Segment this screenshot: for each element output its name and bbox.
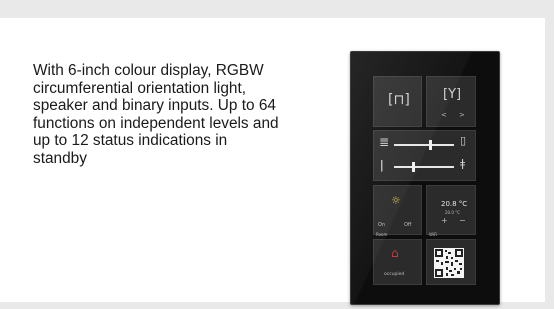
temperature-plus[interactable]: + (441, 216, 448, 225)
slider-tile[interactable]: ≣ ▯ ǀ ǂ (373, 130, 476, 181)
nav-left-icon[interactable]: < (441, 111, 447, 119)
product-card: With 6-inch colour display, RGBW circumf… (0, 18, 545, 305)
status-title: Room (376, 232, 388, 237)
product-description: With 6-inch colour display, RGBW circumf… (33, 62, 279, 167)
shutter-icon: ≣ (379, 135, 390, 149)
dimmer-low-icon: ǀ (380, 158, 384, 172)
temperature-tile[interactable]: 20.8 °C 20.0 °C + − (426, 185, 476, 235)
qr-code-pattern (434, 248, 464, 278)
dimmer-high-icon: ǂ (460, 157, 466, 170)
qr-code (434, 248, 464, 278)
window-icon: ▯ (460, 134, 467, 147)
nav-right-icon[interactable]: > (459, 111, 465, 119)
sun-icon: ☼ (391, 194, 401, 207)
blind-tile[interactable]: [Y] < > (426, 76, 476, 127)
shutter-slider-knob[interactable] (429, 140, 432, 150)
dimmer-slider-track[interactable] (394, 166, 454, 168)
temperature-minus[interactable]: − (459, 216, 466, 225)
shutter-slider-track[interactable] (394, 144, 454, 146)
light-off-label[interactable]: Off (404, 222, 411, 228)
light-on-label[interactable]: On (378, 222, 385, 228)
house-icon: ⌂ (391, 246, 399, 260)
dimmer-slider-knob[interactable] (412, 162, 415, 172)
status-tile[interactable]: Room ⌂ occupied (373, 232, 422, 285)
qr-title: WiFi (429, 232, 438, 237)
touch-panel-image: [⊓] [Y] < > ≣ ▯ ǀ ǂ ☼ On Off 20.8 °C 20.… (350, 51, 500, 305)
cocktail-icon: [Y] (443, 87, 462, 102)
scene-tile[interactable]: [⊓] (373, 76, 422, 127)
temperature-value: 20.8 °C (441, 200, 468, 208)
light-tile[interactable]: ☼ On Off (373, 185, 422, 235)
bracket-window-icon: [⊓] (388, 92, 410, 108)
qr-tile[interactable]: WiFi (426, 232, 476, 285)
status-state: occupied (384, 272, 405, 277)
temperature-setpoint: 20.0 °C (445, 210, 460, 215)
